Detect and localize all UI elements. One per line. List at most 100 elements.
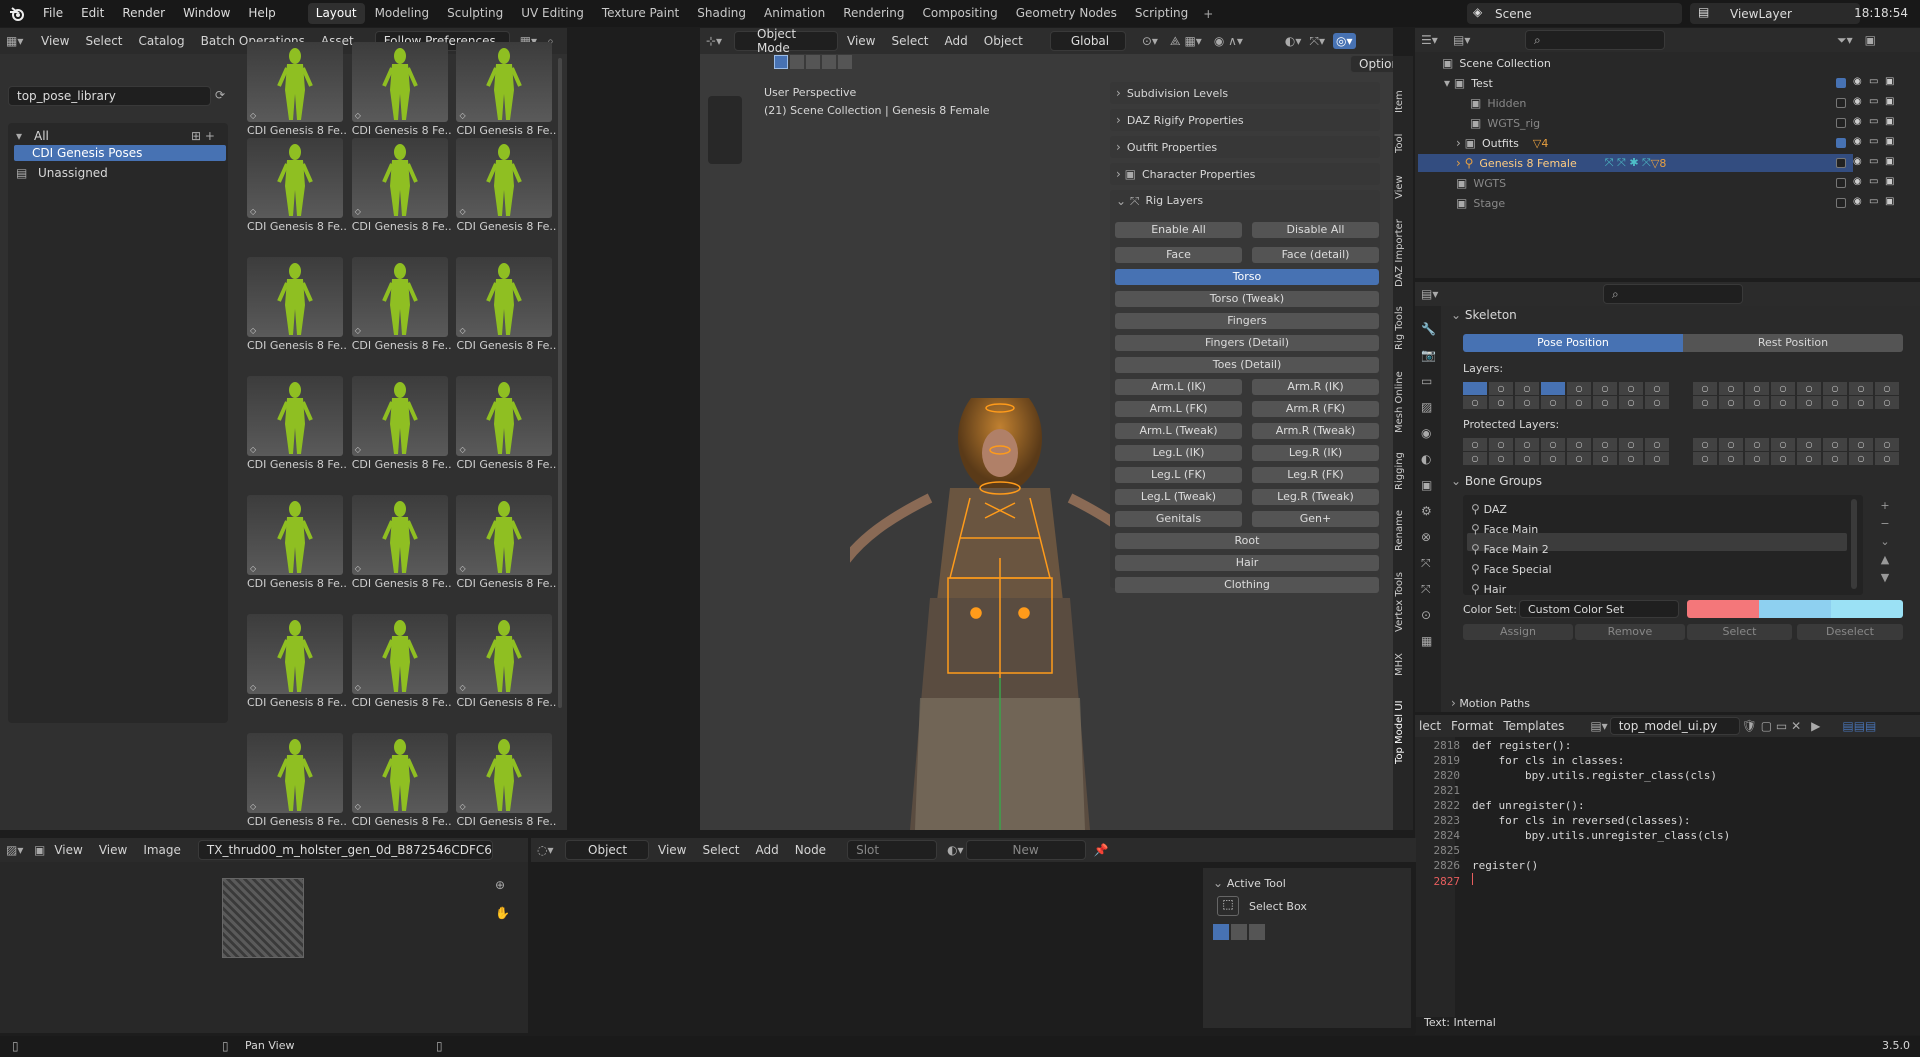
bone-group-face-main[interactable]: ⚲ Face Main <box>1471 520 1552 540</box>
bone-group-face-main-2[interactable]: ⚲ Face Main 2 <box>1471 540 1552 560</box>
exclude-checkbox[interactable] <box>1836 178 1846 188</box>
asset-tile[interactable]: ◇ CDI Genesis 8 Fe... <box>456 257 556 352</box>
asset-tile[interactable]: ◇ CDI Genesis 8 Fe... <box>351 42 452 137</box>
sidebar-tab-item[interactable]: Item <box>1394 85 1412 119</box>
sidebar-tab-daz-importer[interactable]: DAZ Importer <box>1394 215 1412 291</box>
asset-tile[interactable]: ◇ CDI Genesis 8 Fe... <box>246 376 347 471</box>
workspace-tab-rendering[interactable]: Rendering <box>835 3 912 24</box>
layer-toggle[interactable]: ○ <box>1463 452 1487 465</box>
asset-menu-select[interactable]: Select <box>78 30 129 52</box>
exclude-checkbox[interactable] <box>1836 138 1846 148</box>
render-icon[interactable]: ▣ <box>1885 76 1894 87</box>
asset-tile[interactable]: ◇ CDI Genesis 8 Fe... <box>246 257 347 352</box>
asset-menu-view[interactable]: View <box>34 30 76 52</box>
layer-leg-l-tweak-button[interactable]: Leg.L (Tweak) <box>1115 489 1242 505</box>
motion-paths-header[interactable]: › Motion Paths <box>1451 696 1911 710</box>
workspace-tab-layout[interactable]: Layout <box>307 3 365 24</box>
assign-button[interactable]: Assign <box>1463 624 1573 640</box>
sidebar-tab-mesh-online[interactable]: Mesh Online <box>1394 366 1412 438</box>
outliner-search[interactable]: ⌕ <box>1525 30 1665 50</box>
disable-all-button[interactable]: Disable All <box>1252 222 1379 238</box>
render-icon[interactable]: ▣ <box>1885 136 1894 147</box>
asset-tile[interactable]: ◇ CDI Genesis 8 Fe... <box>456 42 556 137</box>
workspace-tab-geometry-nodes[interactable]: Geometry Nodes <box>1008 3 1125 24</box>
eye-icon[interactable]: ◉ <box>1853 156 1862 167</box>
workspace-tab-scripting[interactable]: Scripting <box>1127 3 1196 24</box>
image-mode-icon[interactable]: ▣ <box>34 843 45 857</box>
layer-toggle[interactable]: ○ <box>1797 438 1821 451</box>
layer-toggle[interactable]: ○ <box>1693 438 1717 451</box>
catalog-all[interactable]: All <box>34 129 49 143</box>
layer-toggle[interactable]: ○ <box>1515 396 1539 409</box>
panel-character-properties[interactable]: › ▣ Character Properties <box>1110 163 1380 185</box>
layer-toggle[interactable]: ○ <box>1823 452 1847 465</box>
skeleton-section-header[interactable]: ⌄ Skeleton <box>1451 308 1911 328</box>
bone-groups-scrollbar[interactable] <box>1851 499 1857 589</box>
layer-arm-r-tweak-button[interactable]: Arm.R (Tweak) <box>1252 423 1379 439</box>
text-menu-format[interactable]: Format <box>1447 715 1497 737</box>
eye-icon[interactable]: ◉ <box>1853 136 1862 147</box>
material-icon[interactable]: ◐▾ <box>947 843 964 857</box>
workspace-tab-compositing[interactable]: Compositing <box>914 3 1005 24</box>
layer-toggle[interactable]: ○ <box>1745 382 1769 395</box>
layer-toggle[interactable]: ○ <box>1719 382 1743 395</box>
workspace-tab-animation[interactable]: Animation <box>756 3 833 24</box>
viewport-menu-select[interactable]: Select <box>884 30 935 52</box>
layer-toggle[interactable]: ○ <box>1593 452 1617 465</box>
outliner-row-scene-collection[interactable]: ▣ Scene Collection <box>1420 55 1920 71</box>
pin-icon[interactable]: 📌 <box>1094 843 1109 857</box>
layer-arm-l-fk-button[interactable]: Arm.L (FK) <box>1115 401 1242 417</box>
asset-tile[interactable]: ◇ CDI Genesis 8 Fe... <box>456 138 556 233</box>
layer-toggle[interactable]: ○ <box>1619 452 1643 465</box>
layer-toggle[interactable]: ○ <box>1593 382 1617 395</box>
layer-toggle[interactable]: ○ <box>1823 396 1847 409</box>
layer-toggle[interactable]: ○ <box>1619 396 1643 409</box>
color-swatch[interactable] <box>1831 600 1903 618</box>
snap-icon[interactable]: ⟁ ▦▾ <box>1170 34 1202 48</box>
eye-icon[interactable]: ◉ <box>1853 176 1862 187</box>
color-swatch[interactable] <box>1759 600 1831 618</box>
layer-toggle[interactable]: ○ <box>1567 452 1591 465</box>
layer-torso-button[interactable]: Torso <box>1115 269 1379 285</box>
bone-group-daz[interactable]: ⚲ DAZ <box>1471 500 1552 520</box>
layer-toggle[interactable]: ○ <box>1693 396 1717 409</box>
asset-tile[interactable]: ◇ CDI Genesis 8 Fe... <box>456 495 556 590</box>
node-menu-select[interactable]: Select <box>695 839 746 861</box>
layer-arm-r-fk-button[interactable]: Arm.R (FK) <box>1252 401 1379 417</box>
new-material-button[interactable]: New <box>965 840 1086 860</box>
layer-toggle[interactable]: ○ <box>1745 396 1769 409</box>
sidebar-tab-rigging[interactable]: Rigging <box>1394 446 1412 496</box>
asset-tile[interactable]: ◇ CDI Genesis 8 Fe... <box>456 376 556 471</box>
layer-face-button[interactable]: Face <box>1115 247 1242 263</box>
layer-fingers-button[interactable]: Fingers <box>1115 313 1379 329</box>
layer-toggle[interactable]: ○ <box>1693 382 1717 395</box>
panel-daz-rigify[interactable]: › DAZ Rigify Properties <box>1110 109 1380 131</box>
bone-groups-header[interactable]: ⌄ Bone Groups <box>1451 474 1911 494</box>
bone-group-list-controls[interactable]: + − ⌄ ▲ ▼ <box>1875 497 1895 587</box>
layer-toggle[interactable]: ○ <box>1515 452 1539 465</box>
remove-button[interactable]: Remove <box>1575 624 1685 640</box>
pose-position-button[interactable]: Pose Position <box>1463 334 1683 352</box>
workspace-tab-uv-editing[interactable]: UV Editing <box>513 3 592 24</box>
layer-toggle[interactable]: ○ <box>1771 396 1795 409</box>
asset-tile[interactable]: ◇ CDI Genesis 8 Fe... <box>351 733 452 828</box>
text-display-icons[interactable]: ▤▤▤ <box>1842 719 1876 733</box>
layer-leg-r-tweak-button[interactable]: Leg.R (Tweak) <box>1252 489 1379 505</box>
text-file-buttons-icon[interactable]: 🛡 ▢ ▭ ✕ <box>1742 719 1801 733</box>
proportional-edit-icon[interactable]: ◉ ∧▾ <box>1214 34 1243 48</box>
active-tool-header[interactable]: ⌄ Active Tool <box>1213 876 1286 890</box>
slot-dropdown[interactable]: Slot <box>847 840 938 860</box>
asset-tile[interactable]: ◇ CDI Genesis 8 Fe... <box>246 138 347 233</box>
code-view[interactable]: 2818 def register(): 2819 for cls in class… <box>1420 738 1915 889</box>
editor-type-icon[interactable]: ☰▾ <box>1421 33 1451 47</box>
pivot-icon[interactable]: ⊙▾ <box>1142 34 1158 48</box>
color-swatch[interactable] <box>1687 600 1759 618</box>
visibility-icon[interactable]: ◐▾ <box>1285 34 1302 48</box>
layer-toggle[interactable]: ○ <box>1875 382 1899 395</box>
exclude-checkbox[interactable] <box>1836 118 1846 128</box>
layer-toggle[interactable]: ○ <box>1515 382 1539 395</box>
pan-hand-icon[interactable]: ✋ <box>495 906 510 920</box>
grid-scrollbar[interactable] <box>558 58 562 708</box>
viewport-icon[interactable]: ▭ <box>1869 176 1878 187</box>
texture-thumbnail[interactable] <box>222 878 304 958</box>
